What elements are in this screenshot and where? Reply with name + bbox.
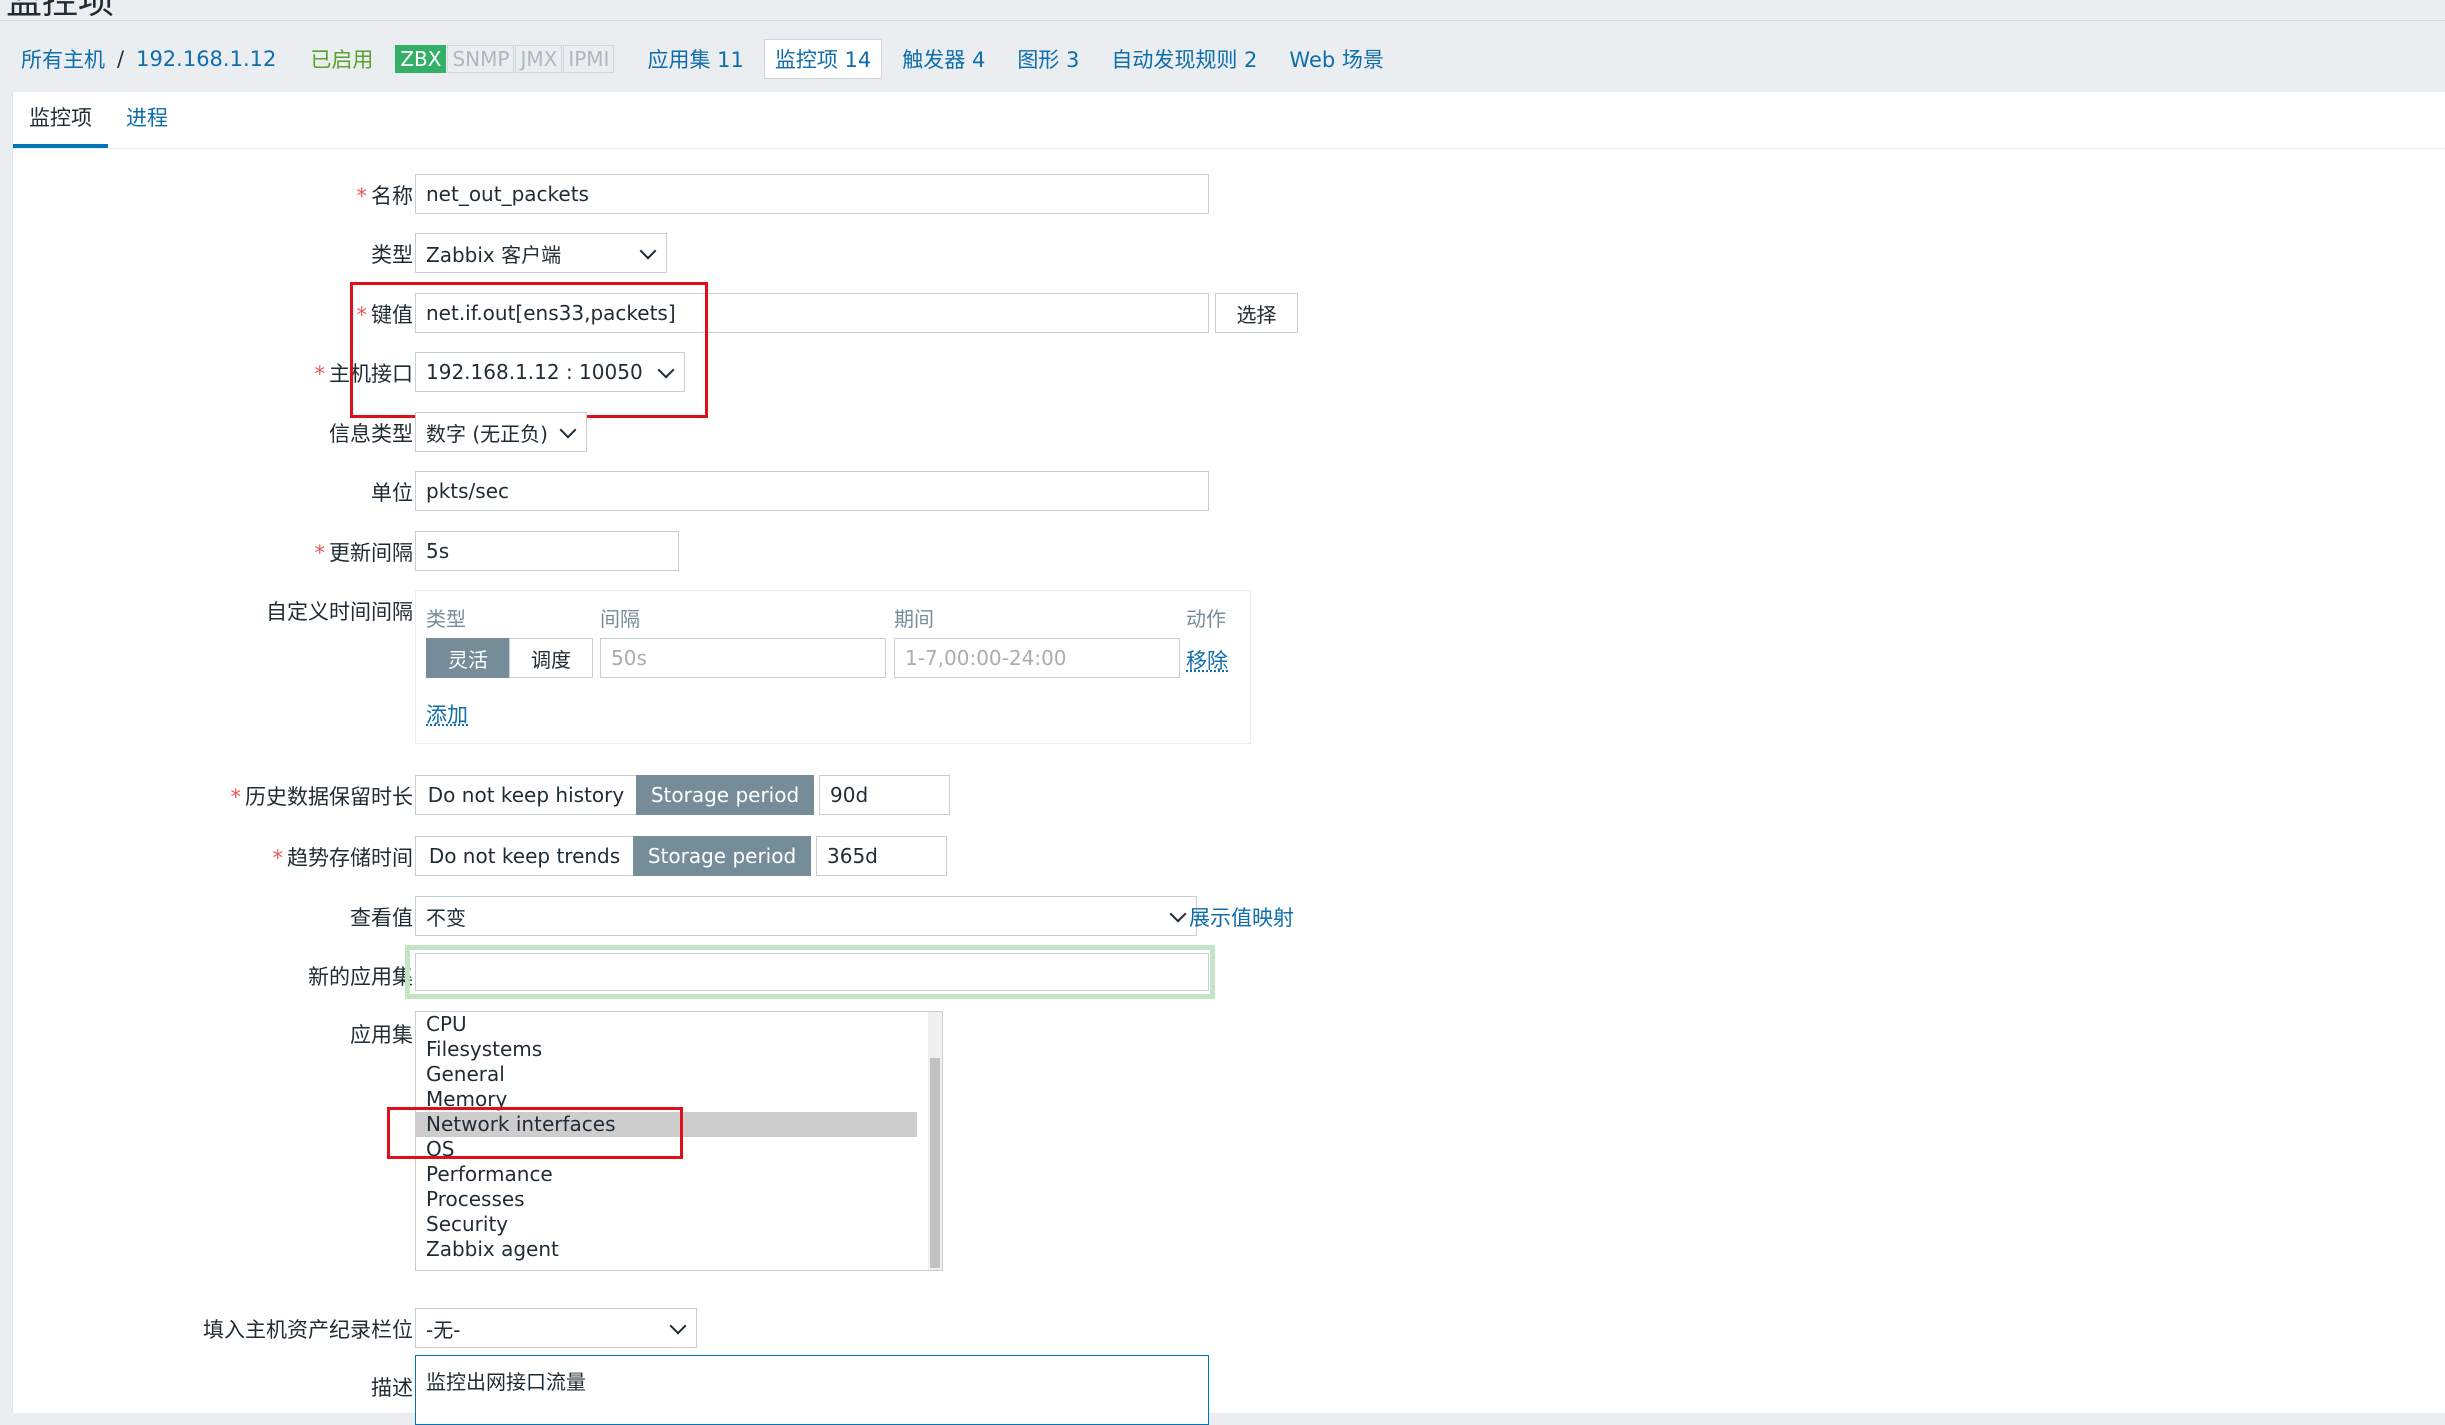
ci-type-flexible[interactable]: 灵活 [426,638,510,678]
listbox-scrollbar-thumb[interactable] [930,1058,940,1268]
applications-label: 应用集 [350,1023,413,1047]
ci-header-period: 期间 [894,607,934,631]
description-textarea[interactable]: 监控出网接口流量 [415,1355,1209,1425]
list-item[interactable]: Security [416,1212,917,1237]
badge-ipmi: IPMI [563,45,615,73]
required-mark: * [272,846,284,870]
ci-remove-link[interactable]: 移除 [1186,645,1228,675]
breadcrumb-separator: / [117,47,125,71]
form-tab-preprocessing[interactable]: 进程 [126,92,168,144]
tab-web-scenarios[interactable]: Web 场景 [1289,44,1383,74]
badge-jmx: JMX [515,45,563,73]
tab-graphs[interactable]: 图形 3 [1017,44,1079,74]
custom-intervals-label: 自定义时间间隔 [266,600,413,624]
new-application-label: 新的应用集 [308,965,413,989]
tab-triggers[interactable]: 触发器 4 [902,44,985,74]
tab-applications[interactable]: 应用集 11 [647,44,743,74]
key-select-button[interactable]: 选择 [1215,293,1298,333]
history-input[interactable]: 90d [819,775,950,815]
inventory-label: 填入主机资产纪录栏位 [203,1318,413,1342]
breadcrumb-all-hosts[interactable]: 所有主机 [21,44,105,74]
info-type-label: 信息类型 [329,422,413,446]
name-input[interactable]: net_out_packets [415,174,1209,214]
units-input[interactable]: pkts/sec [415,471,1209,511]
interval-input[interactable]: 5s [415,531,679,571]
list-item[interactable]: Performance [416,1162,917,1187]
ci-period-input[interactable]: 1-7,00:00-24:00 [894,638,1180,678]
annotation-box-key [350,282,708,418]
list-item[interactable]: Zabbix agent [416,1237,917,1262]
ci-header-type: 类型 [426,607,466,631]
valuemap-label: 查看值 [350,906,413,930]
type-select[interactable]: Zabbix 客户端 [415,233,667,273]
ci-interval-input[interactable]: 50s [600,638,886,678]
list-item[interactable]: Processes [416,1187,917,1212]
history-label: * 历史数据保留时长 [230,785,414,809]
history-storage-period-button[interactable]: Storage period [636,775,814,815]
trends-do-not-keep-button[interactable]: Do not keep trends [415,836,634,876]
inventory-select[interactable]: -无- [415,1308,697,1348]
badge-snmp: SNMP [447,45,515,73]
tab-items[interactable]: 监控项 14 [763,39,883,79]
valuemap-select[interactable]: 不变 [415,896,1197,936]
annotation-box-application [387,1107,683,1159]
description-label: 描述 [371,1376,413,1400]
tab-discovery-rules[interactable]: 自动发现规则 2 [1111,44,1257,74]
item-form-panel: 监控项 进程 * 名称 net_out_packets 类型 Zabbix 客户端… [12,92,2445,1425]
trends-storage-period-button[interactable]: Storage period [633,836,811,876]
availability-badges: ZBX SNMP JMX IPMI [395,45,615,73]
ci-add-link[interactable]: 添加 [426,699,468,729]
host-status[interactable]: 已启用 [310,44,373,74]
list-item[interactable]: Filesystems [416,1037,917,1062]
ci-header-action: 动作 [1186,607,1226,631]
badge-zbx: ZBX [395,45,447,73]
ci-header-interval: 间隔 [600,607,640,631]
show-value-mappings-link[interactable]: 展示值映射 [1189,902,1294,932]
title-divider [0,20,2445,21]
history-do-not-keep-button[interactable]: Do not keep history [415,775,637,815]
list-item[interactable]: CPU [416,1012,917,1037]
required-mark: * [314,362,326,386]
required-mark: * [356,184,368,208]
required-mark: * [230,785,242,809]
trends-input[interactable]: 365d [816,836,947,876]
units-label: 单位 [371,481,413,505]
type-label: 类型 [371,243,413,267]
custom-intervals-table: 类型 间隔 期间 动作 灵活 调度 50s 1-7,00:00-24:00 移除… [415,590,1251,744]
form-tab-item[interactable]: 监控项 [13,92,108,148]
trends-label: * 趋势存储时间 [272,846,414,870]
new-application-input[interactable] [415,953,1209,991]
list-item[interactable]: General [416,1062,917,1087]
form-tabs: 监控项 进程 [13,92,2445,149]
breadcrumb-host[interactable]: 192.168.1.12 [136,47,276,71]
ci-type-scheduling[interactable]: 调度 [509,638,593,678]
host-navigation: 所有主机 / 192.168.1.12 已启用 ZBX SNMP JMX IPM… [0,38,1384,80]
required-mark: * [314,541,326,565]
interval-label: * 更新间隔 [314,541,414,565]
name-label: * 名称 [356,184,414,208]
info-type-select[interactable]: 数字 (无正负) [415,412,587,452]
